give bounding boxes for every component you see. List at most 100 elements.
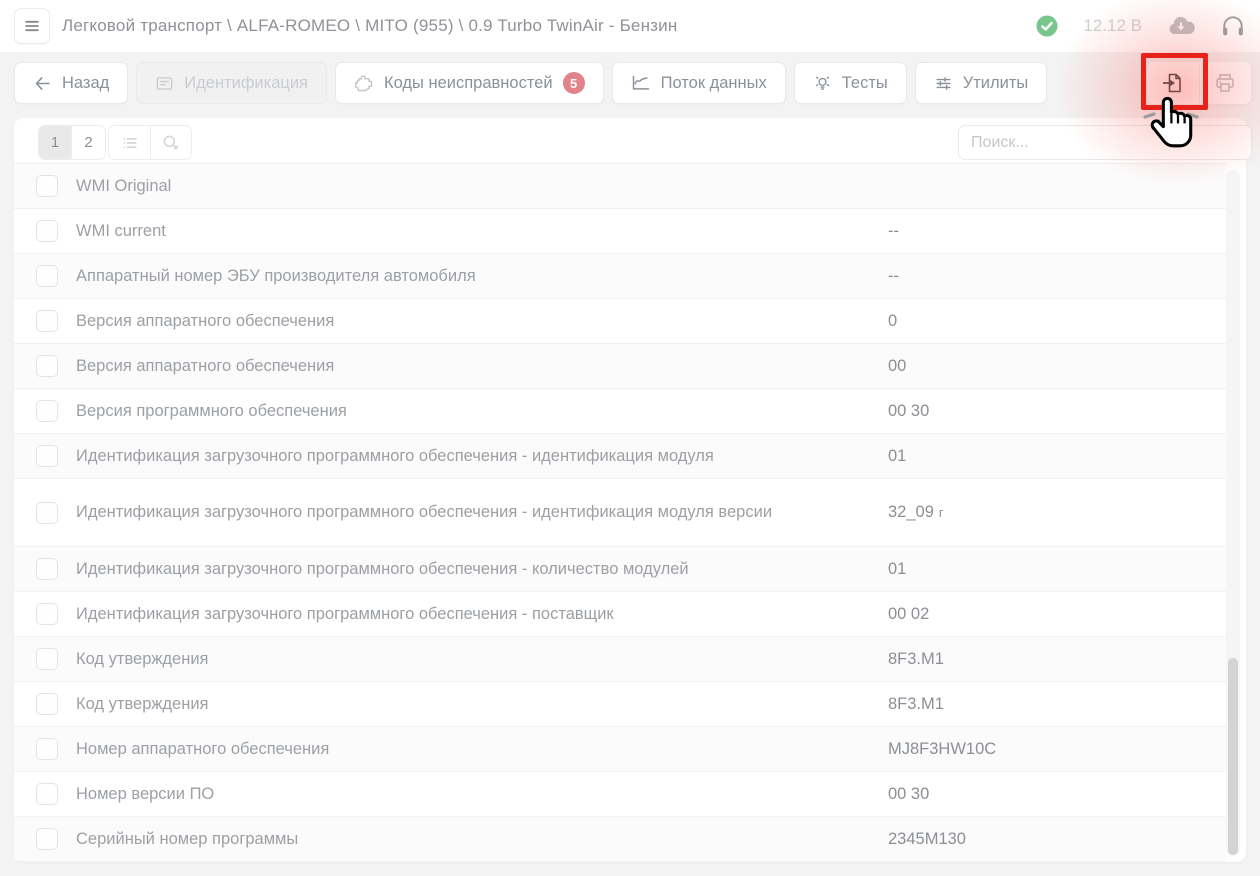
lightbulb-icon (813, 74, 832, 93)
identification-panel: 1 2 WMI Original WMI current -- Аппаратн… (14, 118, 1246, 862)
breadcrumb: Легковой транспорт \ ALFA-ROMEO \ MITO (… (62, 0, 677, 52)
table-row: Идентификация загрузочного программного … (14, 434, 1226, 479)
row-checkbox[interactable] (36, 400, 58, 422)
back-button[interactable]: Назад (14, 62, 128, 104)
row-label: Номер версии ПО (76, 773, 816, 816)
row-label: Идентификация загрузочного программного … (76, 548, 816, 591)
row-value: 8F3.M1 (888, 695, 944, 714)
row-checkbox[interactable] (36, 175, 58, 197)
row-label: Версия программного обеспечения (76, 390, 816, 433)
table-row: Аппаратный номер ЭБУ производителя автом… (14, 254, 1226, 299)
table-row: Код утверждения 8F3.M1 (14, 682, 1226, 727)
data-stream-button-label: Поток данных (661, 74, 767, 93)
row-label: Идентификация загрузочного программного … (76, 491, 816, 534)
row-label: Номер аппаратного обеспечения (76, 728, 816, 771)
row-value: 8F3.M1 (888, 650, 944, 669)
table-row: WMI current -- (14, 209, 1226, 254)
row-label: Код утверждения (76, 638, 816, 681)
row-value: 00 02 (888, 605, 929, 624)
search-input[interactable] (958, 125, 1252, 160)
table-row: Версия программного обеспечения 00 30 (14, 389, 1226, 434)
row-value: 01 (888, 560, 906, 579)
identification-button-label: Идентификация (184, 74, 308, 93)
row-value: 00 30 (888, 402, 929, 421)
line-chart-icon (631, 73, 651, 93)
row-checkbox[interactable] (36, 558, 58, 580)
row-value: -- (888, 267, 899, 286)
battery-voltage: 12.12 В (1083, 16, 1142, 36)
row-label: Серийный номер программы (76, 818, 816, 861)
list-view-button[interactable] (109, 126, 150, 159)
tests-button[interactable]: Тесты (794, 62, 907, 104)
row-checkbox[interactable] (36, 603, 58, 625)
row-label: Версия аппаратного обеспечения (76, 345, 816, 388)
list-icon (120, 133, 140, 153)
clear-search-button[interactable] (150, 126, 191, 159)
row-checkbox[interactable] (36, 220, 58, 242)
print-button[interactable] (1199, 62, 1252, 104)
table-row: WMI Original (14, 164, 1226, 209)
headphones-icon[interactable] (1220, 13, 1246, 39)
row-value: MJ8F3HW10C (888, 740, 996, 759)
identification-button: Идентификация (136, 62, 327, 104)
row-checkbox[interactable] (36, 355, 58, 377)
row-value: 01 (888, 447, 906, 466)
toolbar: Назад Идентификация Коды неисправностей … (14, 62, 1047, 104)
row-label: Аппаратный номер ЭБУ производителя автом… (76, 255, 816, 298)
row-label: Идентификация загрузочного программного … (76, 593, 816, 636)
print-icon (1213, 71, 1237, 95)
hamburger-icon (22, 16, 42, 36)
scrollbar-thumb[interactable] (1228, 658, 1238, 855)
list-tools-group (108, 125, 192, 160)
page-2-button[interactable]: 2 (72, 126, 105, 159)
row-value: 32_09г (888, 503, 943, 522)
row-label: WMI current (76, 210, 816, 253)
sliders-icon (934, 74, 953, 93)
row-value: 00 30 (888, 785, 929, 804)
row-checkbox[interactable] (36, 783, 58, 805)
fault-codes-button-label: Коды неисправностей (384, 74, 553, 93)
table-row: Номер версии ПО 00 30 (14, 772, 1226, 817)
top-bar: Легковой транспорт \ ALFA-ROMEO \ MITO (… (0, 0, 1260, 52)
back-button-label: Назад (62, 74, 109, 93)
table-row: Идентификация загрузочного программного … (14, 592, 1226, 637)
fault-codes-button[interactable]: Коды неисправностей 5 (335, 62, 604, 104)
row-label: Идентификация загрузочного программного … (76, 435, 816, 478)
row-value: 2345M130 (888, 830, 966, 849)
identification-icon (155, 74, 174, 93)
pagination: 1 2 (38, 125, 106, 160)
tests-button-label: Тесты (842, 74, 888, 93)
cloud-download-icon[interactable] (1166, 14, 1196, 38)
page-1-button[interactable]: 1 (39, 126, 72, 159)
export-report-button[interactable] (1147, 62, 1199, 104)
row-checkbox[interactable] (36, 648, 58, 670)
utilities-button-label: Утилиты (963, 74, 1029, 93)
row-checkbox[interactable] (36, 445, 58, 467)
table-row: Идентификация загрузочного программного … (14, 479, 1226, 547)
row-checkbox[interactable] (36, 310, 58, 332)
row-checkbox[interactable] (36, 265, 58, 287)
row-checkbox[interactable] (36, 828, 58, 850)
table-row: Версия аппаратного обеспечения 00 (14, 344, 1226, 389)
row-value: -- (888, 222, 899, 241)
identification-table: WMI Original WMI current -- Аппаратный н… (14, 163, 1226, 862)
hamburger-menu-button[interactable] (14, 8, 50, 44)
table-row: Код утверждения 8F3.M1 (14, 637, 1226, 682)
row-label: Код утверждения (76, 683, 816, 726)
fault-codes-badge: 5 (563, 72, 585, 94)
row-label: WMI Original (76, 165, 816, 208)
table-row: Идентификация загрузочного программного … (14, 547, 1226, 592)
row-checkbox[interactable] (36, 693, 58, 715)
row-value: 00 (888, 357, 906, 376)
search-clear-icon (161, 133, 181, 153)
table-row: Номер аппаратного обеспечения MJ8F3HW10C (14, 727, 1226, 772)
utilities-button[interactable]: Утилиты (915, 62, 1048, 104)
engine-icon (354, 73, 374, 93)
export-file-icon (1161, 71, 1185, 95)
table-row: Версия аппаратного обеспечения 0 (14, 299, 1226, 344)
row-checkbox[interactable] (36, 502, 58, 524)
data-stream-button[interactable]: Поток данных (612, 62, 786, 104)
row-value: 0 (888, 312, 897, 331)
report-actions-group (1146, 61, 1252, 105)
row-checkbox[interactable] (36, 738, 58, 760)
